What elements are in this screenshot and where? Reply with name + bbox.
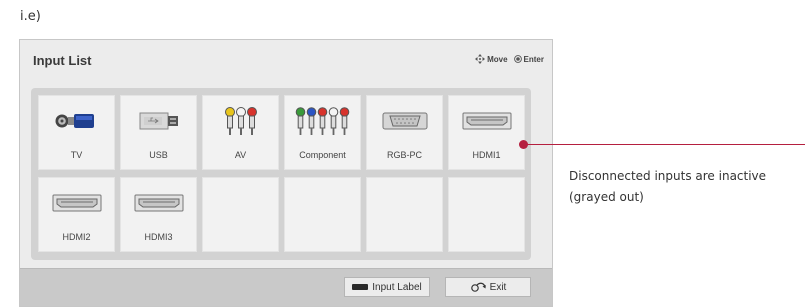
hdmi-port-icon (134, 194, 183, 212)
ok-button-icon (513, 55, 522, 63)
tile-label: USB (149, 150, 168, 160)
empty-tile (366, 177, 443, 252)
input-tile-hdmi2[interactable]: HDMI2 (38, 177, 115, 252)
component-rca-connectors-icon (295, 107, 349, 135)
tile-label: HDMI1 (472, 150, 501, 160)
tile-label: TV (70, 150, 83, 160)
enter-hint-label: Enter (523, 54, 544, 64)
callout-line (523, 144, 805, 145)
navigation-hints: Move Enter (475, 54, 544, 64)
input-tile-rgb-pc[interactable]: RGB-PC (366, 95, 443, 170)
input-tile-usb[interactable]: USB (120, 95, 197, 170)
tile-label: Component (299, 150, 346, 160)
input-tile-av[interactable]: AV (202, 95, 279, 170)
empty-tile (448, 177, 525, 252)
input-list-panel: Input List Move Enter TV USB AV Componen… (19, 39, 553, 307)
callout-text: Disconnected inputs are inactive (grayed… (569, 169, 767, 204)
hdmi-port-icon (52, 194, 101, 212)
back-arrow-icon (470, 282, 486, 292)
av-rca-connectors-icon (224, 107, 257, 135)
tile-label: HDMI2 (62, 232, 91, 242)
move-hint: Move (475, 54, 508, 64)
empty-tile (284, 177, 361, 252)
input-label-button-text: Input Label (372, 281, 422, 293)
tile-label: RGB-PC (386, 150, 422, 160)
input-tile-hdmi3[interactable]: HDMI3 (120, 177, 197, 252)
four-way-arrow-icon (475, 54, 486, 64)
vga-port-icon (382, 112, 427, 130)
page: i.e) Input List Move Enter TV USB AV Com… (0, 0, 805, 307)
caption: i.e) (20, 9, 41, 24)
antenna-connector-icon (55, 114, 94, 128)
enter-hint: Enter (513, 54, 544, 64)
input-tile-tv[interactable]: TV (38, 95, 115, 170)
tile-label: AV (234, 150, 247, 160)
input-tile-hdmi1[interactable]: HDMI1 (448, 95, 525, 170)
bottom-bar: Input Label Exit (20, 268, 552, 306)
move-hint-label: Move (487, 54, 508, 64)
exit-button[interactable]: Exit (445, 277, 531, 297)
input-grid: TV USB AV Component RGB-PC HDMI1 HDMI2 H… (31, 88, 531, 260)
empty-tile (202, 177, 279, 252)
tile-label: HDMI3 (144, 232, 173, 242)
hdmi-port-icon (462, 112, 511, 130)
usb-drive-icon (139, 112, 178, 130)
input-tile-component[interactable]: Component (284, 95, 361, 170)
exit-button-text: Exit (489, 281, 507, 293)
color-key-icon (352, 284, 369, 290)
callout-dot (519, 140, 528, 149)
panel-title: Input List (33, 53, 92, 68)
input-label-button[interactable]: Input Label (344, 277, 430, 297)
